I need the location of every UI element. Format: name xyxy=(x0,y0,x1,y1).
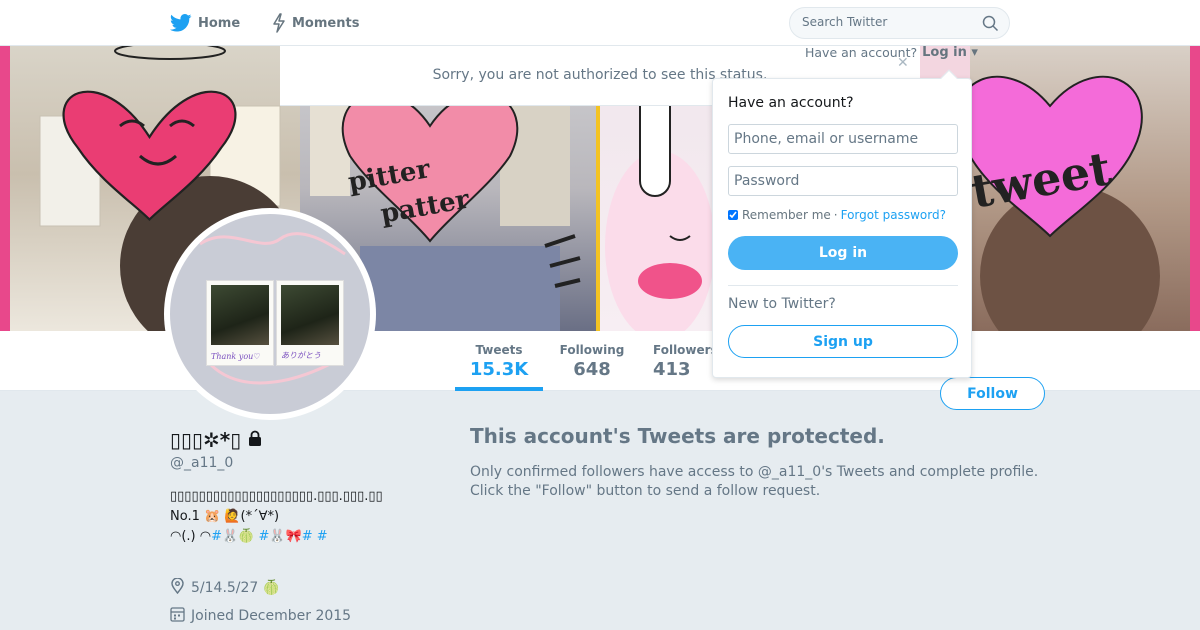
login-dropdown: Have an account? Remember me · Forgot pa… xyxy=(712,69,972,378)
twitter-bird-icon xyxy=(170,14,192,32)
search-input[interactable] xyxy=(802,15,972,29)
protected-description: Only confirmed followers have access to … xyxy=(470,464,1039,499)
stat-following[interactable]: Following 648 xyxy=(553,343,631,380)
profile-bio: ▯▯▯▯▯▯▯▯▯▯▯▯▯▯▯▯▯▯▯▯.▯▯▯.▯▯▯.▯▯ No.1 🐹 🙋… xyxy=(170,487,460,547)
bio-line: ◠(.) ◠#🐰🍈 #🐰🎀# # xyxy=(170,527,460,547)
remember-separator: · xyxy=(833,208,838,222)
nav-home-label: Home xyxy=(198,15,241,31)
profile-joined-text: Joined December 2015 xyxy=(191,608,352,624)
remember-me-checkbox[interactable] xyxy=(728,210,738,220)
bio-line-text: ◠(.) ◠ xyxy=(170,529,212,544)
nav-moments[interactable]: Moments xyxy=(272,12,359,34)
account-bar: Have an account? Log in ▾ xyxy=(805,45,978,60)
close-icon[interactable]: ✕ xyxy=(897,55,909,71)
stat-following-value: 648 xyxy=(573,359,611,380)
dropdown-divider xyxy=(728,285,958,286)
avatar[interactable]: Thank you♡ ありがとう xyxy=(164,208,376,420)
bio-line: No.1 🐹 🙋(*´∀*) xyxy=(170,509,280,524)
stat-following-label: Following xyxy=(559,343,625,357)
protected-title: This account's Tweets are protected. xyxy=(470,424,885,448)
stat-tweets[interactable]: Tweets 15.3K xyxy=(455,343,543,380)
stat-tweets-label: Tweets xyxy=(475,343,523,357)
bio-line: ▯▯▯▯▯▯▯▯▯▯▯▯▯▯▯▯▯▯▯▯.▯▯▯.▯▯▯.▯▯ xyxy=(170,489,383,504)
polaroid-right: ありがとう xyxy=(276,280,344,366)
polaroid-caption-left: Thank you♡ xyxy=(211,352,261,361)
lightning-icon xyxy=(272,13,286,33)
profile-location: 5/14.5/27 🍈 xyxy=(170,577,281,598)
remember-me-label[interactable]: Remember me xyxy=(742,208,831,222)
profile-name-text: ▯▯▯✲*▯ xyxy=(170,428,242,452)
lock-icon xyxy=(247,428,263,452)
location-pin-icon xyxy=(170,577,185,598)
avatar-image: Thank you♡ ありがとう xyxy=(170,214,370,414)
search-icon[interactable] xyxy=(982,15,999,36)
follow-button[interactable]: Follow xyxy=(940,377,1045,410)
profile-joined: Joined December 2015 xyxy=(170,606,351,626)
calendar-icon xyxy=(170,606,185,626)
login-menu-toggle[interactable]: Log in ▾ xyxy=(922,45,978,60)
login-heading: Have an account? xyxy=(728,95,854,111)
top-navigation: Home Moments xyxy=(0,0,1200,46)
profile-name: ▯▯▯✲*▯ xyxy=(170,428,263,452)
profile-location-text: 5/14.5/27 🍈 xyxy=(191,580,281,596)
polaroid-caption-right: ありがとう xyxy=(281,351,321,360)
nav-home[interactable]: Home xyxy=(170,12,240,34)
forgot-password-link[interactable]: Forgot password? xyxy=(841,208,946,222)
remember-row: Remember me · Forgot password? xyxy=(728,208,946,222)
polaroid-left: Thank you♡ xyxy=(206,280,274,366)
search-box xyxy=(789,7,1010,39)
banner-photo-4: tweet xyxy=(970,46,1190,331)
active-tab-indicator xyxy=(455,387,543,391)
banner-edge-right xyxy=(1190,46,1200,331)
nav-moments-label: Moments xyxy=(292,15,360,31)
bio-hashtags[interactable]: #🐰🍈 #🐰🎀# # xyxy=(211,529,328,544)
stat-tweets-value: 15.3K xyxy=(469,359,529,380)
password-field[interactable] xyxy=(728,166,958,196)
banner-edge-left xyxy=(0,46,10,331)
profile-handle[interactable]: @_a11_0 xyxy=(170,455,233,471)
new-to-twitter-text: New to Twitter? xyxy=(728,296,836,312)
login-button[interactable]: Log in xyxy=(728,236,958,270)
signup-button[interactable]: Sign up xyxy=(728,325,958,358)
username-field[interactable] xyxy=(728,124,958,154)
